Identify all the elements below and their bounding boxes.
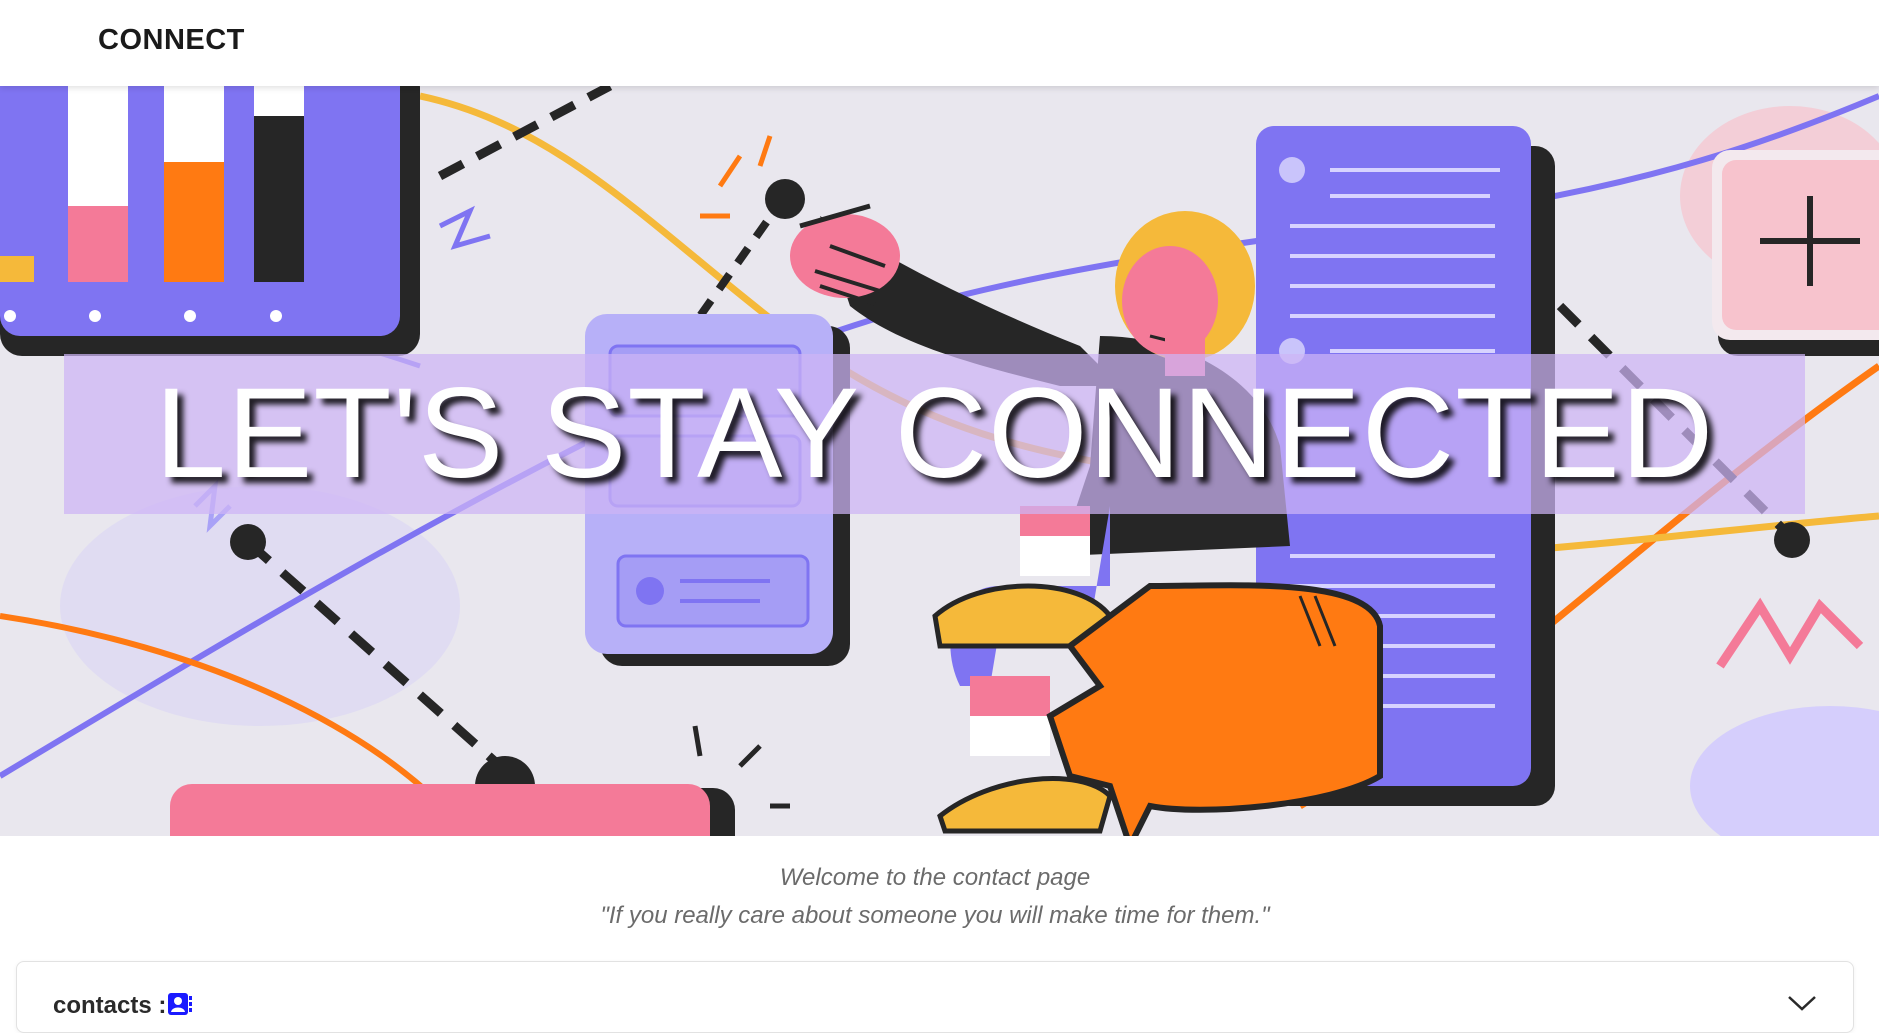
quote-text: "If you really care about someone you wi… <box>600 902 1270 929</box>
contact-card-icon <box>168 993 192 1015</box>
welcome-text: Welcome to the contact page <box>779 864 1091 891</box>
chevron-down-icon[interactable] <box>1787 994 1817 1012</box>
brand-logo[interactable]: CONNECT <box>98 24 245 57</box>
contacts-accordion[interactable]: contacts : <box>16 961 1854 1033</box>
hero-section: LET'S STAY CONNECTED <box>0 86 1879 836</box>
hero-title: LET'S STAY CONNECTED <box>154 362 1715 505</box>
navbar: CONNECT <box>0 0 1879 86</box>
